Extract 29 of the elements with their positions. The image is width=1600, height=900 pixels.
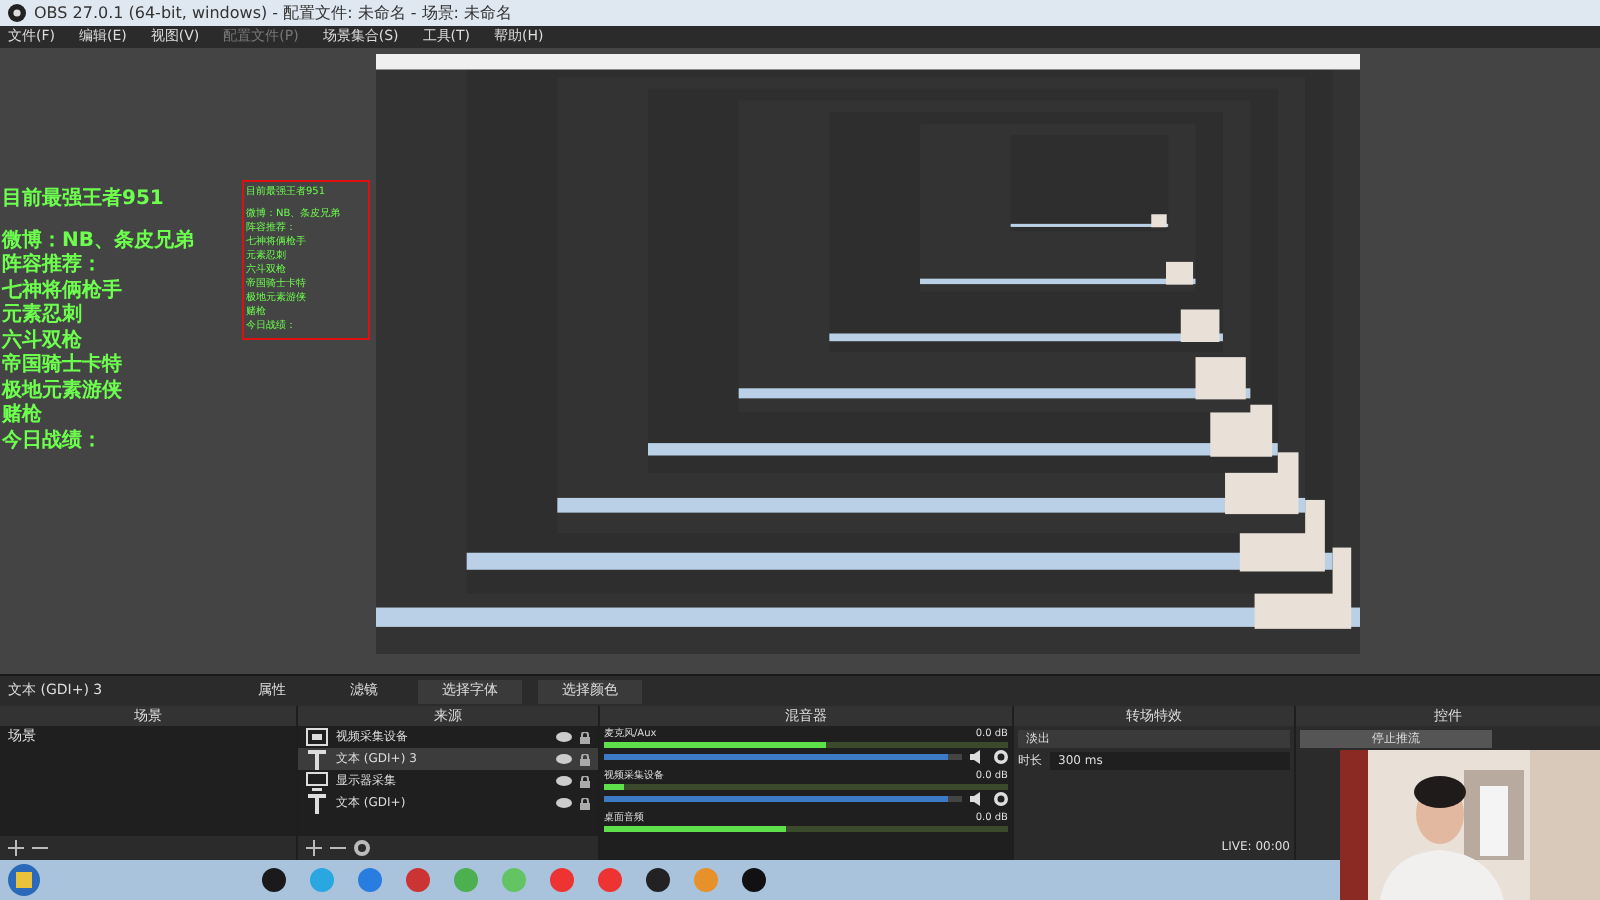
overlay-text: 七神将俩枪手 xyxy=(2,279,124,303)
lock-icon[interactable] xyxy=(580,775,590,787)
settings-icon[interactable] xyxy=(994,750,1008,764)
settings-icon[interactable] xyxy=(354,840,370,856)
app-icon[interactable] xyxy=(740,866,768,894)
overlay-text: 微博：NB、条皮兄弟 xyxy=(2,229,196,252)
app-icon[interactable] xyxy=(644,866,672,894)
add-icon[interactable] xyxy=(306,840,322,856)
text-icon xyxy=(306,792,328,814)
overlay-text: 元素忍刺 xyxy=(2,304,84,328)
overlay-text: 今日战绩： xyxy=(2,429,104,454)
settings-icon[interactable] xyxy=(994,792,1008,806)
lock-icon[interactable] xyxy=(580,731,590,743)
add-icon[interactable] xyxy=(8,840,24,856)
app-logo-icon xyxy=(8,4,26,22)
camera-icon xyxy=(306,728,328,746)
overlay-text: 帝国骑士卡特 xyxy=(2,354,124,379)
lock-icon[interactable] xyxy=(580,797,590,809)
monitor-icon xyxy=(306,771,328,791)
text-icon xyxy=(306,748,328,770)
lock-icon[interactable] xyxy=(580,753,590,765)
overlay-text: 赌枪 xyxy=(2,404,44,429)
overlay-heading: 目前最强王者951 xyxy=(2,188,166,213)
overlay-text: 极地元素游侠 xyxy=(2,379,124,403)
overlay-text: 六斗双枪 xyxy=(2,329,84,352)
overlay-text: 阵容推荐： xyxy=(2,254,104,279)
app-icon[interactable] xyxy=(260,866,288,894)
window-title: OBS 27.0.1 (64-bit, windows) - 配置文件: 未命名 - 场景: 未命名 xyxy=(34,5,513,21)
start-icon[interactable] xyxy=(8,864,40,896)
